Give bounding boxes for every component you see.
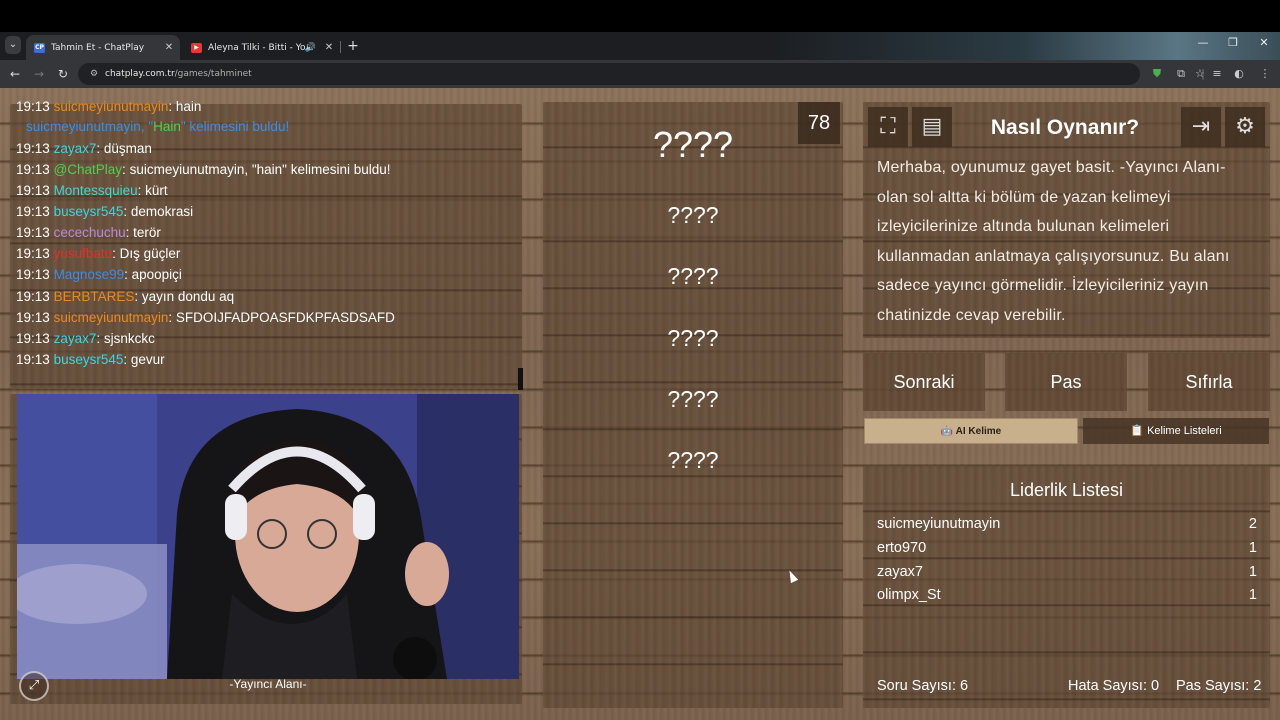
tab-divider [340,41,341,53]
ai-word-button[interactable]: 🤖 AI Kelime [864,418,1078,444]
speaker-icon[interactable]: 🔊 [305,43,316,53]
document-list-icon[interactable]: ▤ [912,107,952,147]
robot-icon: 🤖 [940,426,956,437]
leaderboard-title: Liderlik Listesi [1009,480,1124,500]
reload-icon[interactable]: ↻ [54,65,72,83]
webcam-video [17,394,519,679]
next-button[interactable]: Sonraki [863,353,985,411]
error-count: Hata Sayısı: 0 [1068,678,1160,694]
back-arrow-icon[interactable]: ← [6,65,24,83]
window-close-icon[interactable]: ✕ [1249,36,1279,49]
tab-title: Tahmin Et - ChatPlay [51,42,145,53]
chat-message: 19:13 suicmeyiunutmayin: hain [16,99,202,114]
chat-message: 19:13 zayax7: düşman [16,141,152,156]
maximize-icon[interactable]: ❐ [1218,36,1248,49]
tab-tahmin-et[interactable]: CP Tahmin Et - ChatPlay ✕ [26,35,180,60]
tab-youtube[interactable]: ▶ Aleyna Tilki - Bitti - YouTube 🔊 ✕ [183,35,340,60]
question-count: Soru Sayısı: 6 [877,678,969,694]
chat-message: 19:13 cecechuchu: terör [16,225,161,240]
streamer-area-label: -Yayıncı Alanı- [229,677,307,691]
chat-message: 19:13 Montessquieu: kürt [16,183,168,198]
chat-message: 19:13 yusufbatu: Dış güçler [16,246,181,261]
chat-message: 19:13 buseysr545: gevur [16,352,165,367]
main-word: ???? [652,124,734,165]
how-to-play-text: Merhaba, oyunumuz gayet basit. -Yayıncı … [877,159,1230,324]
reset-button[interactable]: Sıfırla [1148,353,1270,411]
logout-icon[interactable]: ⇥ [1181,107,1221,147]
extensions-puzzle-icon[interactable]: ⧉ [1174,67,1188,81]
tab-title: Aleyna Tilki - Bitti - YouTube [208,42,305,53]
word-lists-button[interactable]: 📋 Kelime Listeleri [1083,418,1269,444]
browser-toolbar: ← → ↻ ⚙ chatplay.com.tr/games/tahminet ☆… [0,60,1280,88]
webcam-scene [17,394,519,679]
notepad-icon: 📋 [1130,425,1148,437]
chat-message: 19:13 buseysr545: demokrasi [16,204,194,219]
forbidden-word: ???? [667,386,719,412]
forbidden-word: ???? [667,447,719,473]
tab-search-icon[interactable]: ⌄ [5,36,21,54]
chat-scrollbar[interactable] [518,368,523,390]
fullscreen-icon[interactable]: ⛶ [868,107,908,147]
new-tab-plus-icon[interactable]: + [344,38,362,54]
media-control-icon[interactable]: ≡ [1210,67,1224,81]
chat-message: 19:13 zayax7: sjsnkckc [16,331,155,346]
pass-button[interactable]: Pas [1005,353,1127,411]
more-menu-icon[interactable]: ⋮ [1258,67,1272,81]
minimize-icon[interactable]: — [1188,36,1218,49]
forbidden-word: ???? [667,263,719,289]
how-to-play-title: Nasıl Oynanır? [990,116,1140,139]
forward-arrow-icon[interactable]: → [30,65,48,83]
site-info-icon[interactable]: ⚙ [87,67,101,81]
address-bar[interactable]: ⚙ chatplay.com.tr/games/tahminet ☆ [78,63,1205,85]
close-icon[interactable]: ✕ [162,42,176,53]
extension-shield-icon[interactable]: ⛊ [1150,67,1164,81]
chat-message: 19:13 @ChatPlay: suicmeyiunutmayin, "hai… [16,162,391,177]
url-text[interactable]: chatplay.com.tr/games/tahminet [105,67,252,81]
chat-system-message: suicmeyiunutmayin, "Hain" kelimesini bul… [26,119,290,134]
chat-message: 19:13 Magnose99: apoopiçi [16,267,182,282]
chat-message: 19:13 BERBTARES: yayın dondu aq [16,289,235,304]
fullscreen-toggle-icon[interactable]: ⤢ [19,671,49,701]
gear-icon[interactable]: ⚙ [1225,107,1265,147]
forbidden-word: ???? [667,202,719,228]
close-icon[interactable]: ✕ [322,42,336,53]
screen-top-bar [0,0,1280,32]
pass-count: Pas Sayısı: 2 [1176,678,1262,694]
toolbar-divider: | [1201,67,1205,80]
chatplay-favicon-icon: CP [34,42,45,53]
chat-message: 19:13 suicmeyiunutmayin: SFDOIJFADPOASFD… [16,310,395,325]
youtube-favicon-icon: ▶ [191,42,202,53]
profile-avatar-icon[interactable]: ◐ [1232,67,1246,81]
browser-tab-bar: ⌄ CP Tahmin Et - ChatPlay ✕ ▶ Aleyna Til… [0,32,1280,60]
forbidden-word: ???? [667,325,719,351]
